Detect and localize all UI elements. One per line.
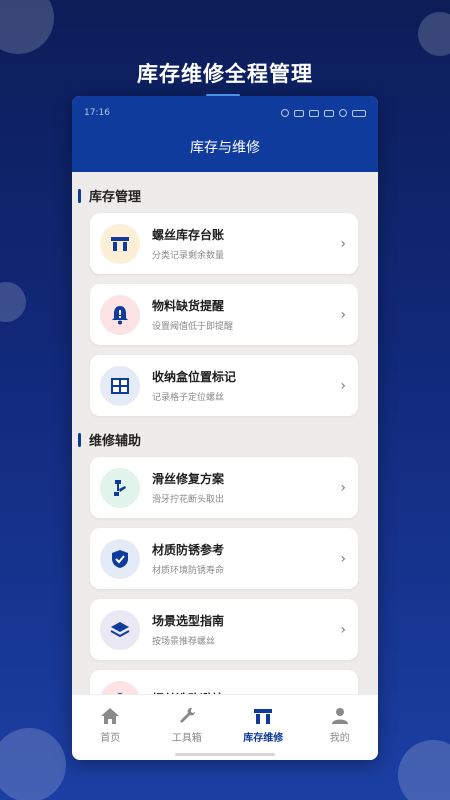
chevron-right-icon: › (340, 306, 346, 323)
wrench-icon (179, 708, 195, 723)
card-box-location[interactable]: 收纳盒位置标记 记录格子定位螺丝 › (90, 355, 358, 416)
promo-title: 库存维修全程管理 (137, 62, 313, 86)
card-subtitle: 设置阈值低于即提醒 (152, 322, 234, 332)
card-text: 场景选型指南 按场景推荐螺丝 (152, 612, 340, 647)
section-title-text: 维修辅助 (89, 434, 142, 449)
card-title: 螺丝库存台账 (152, 228, 225, 242)
person-icon (331, 708, 348, 724)
card-subtitle: 记录格子定位螺丝 (152, 393, 225, 403)
wifi-icon (339, 109, 347, 117)
battery-icon (352, 109, 366, 117)
layers-icon (100, 609, 140, 650)
card-subtitle: 分类记录剩余数量 (152, 251, 225, 261)
card-title: 滑丝修复方案 (152, 472, 225, 486)
card-text: 收纳盒位置标记 记录格子定位螺丝 (152, 368, 340, 403)
chevron-right-icon: › (340, 235, 346, 252)
shield-check-icon (100, 538, 140, 579)
section-marker (78, 432, 81, 447)
card-text: 滑丝修复方案 滑牙拧花断头取出 (152, 470, 340, 505)
vibrate-icon (309, 109, 319, 117)
card-text: 物料缺货提醒 设置阈值低于即提醒 (152, 297, 340, 332)
app-header: 17:16 库存与维修 (72, 96, 378, 172)
chevron-right-icon: › (340, 479, 346, 496)
tab-profile[interactable]: 我的 (310, 707, 370, 744)
section-marker (78, 188, 81, 203)
tab-inventory-repair[interactable]: 库存维修 (233, 707, 293, 744)
section-title-repair: 维修辅助 (78, 430, 378, 449)
card-title: 物料缺货提醒 (152, 299, 225, 313)
nfc-icon (294, 109, 304, 117)
grid-icon (100, 365, 140, 406)
decor-bubble (0, 282, 26, 322)
tab-label: 我的 (329, 733, 350, 744)
section-title-text: 库存管理 (89, 190, 142, 205)
status-bar: 17:16 (72, 96, 378, 124)
card-text: 材质防锈参考 材质环境防锈寿命 (152, 541, 340, 576)
phone-frame: 17:16 库存与维修 库存管理 螺丝库存台账 分类记录剩余数量 › 物料缺货提… (72, 96, 378, 760)
repair-icon (100, 467, 140, 508)
alarm-icon (281, 109, 289, 117)
tab-home[interactable]: 首页 (80, 707, 140, 744)
bell-icon (100, 294, 140, 335)
home-icon (101, 708, 120, 724)
tab-label: 首页 (100, 733, 121, 744)
card-subtitle: 按场景推荐螺丝 (152, 637, 216, 647)
section-title-inventory: 库存管理 (78, 186, 378, 205)
status-time: 17:16 (84, 108, 110, 118)
decor-bubble (0, 728, 66, 800)
decor-bubble (418, 12, 450, 56)
card-title: 材质防锈参考 (152, 543, 225, 557)
card-subtitle: 滑牙拧花断头取出 (152, 495, 225, 505)
card-rust-reference[interactable]: 材质防锈参考 材质环境防锈寿命 › (90, 528, 358, 589)
status-icons (281, 109, 366, 117)
decor-bubble (398, 740, 450, 800)
card-shortage-alert[interactable]: 物料缺货提醒 设置阈值低于即提醒 › (90, 284, 358, 345)
card-inventory-ledger[interactable]: 螺丝库存台账 分类记录剩余数量 › (90, 213, 358, 274)
tab-label: 工具箱 (171, 733, 202, 744)
bracket-icon (254, 709, 273, 724)
bottom-tab-bar: 首页 工具箱 库存维修 我的 (72, 694, 378, 760)
tab-toolbox[interactable]: 工具箱 (157, 707, 217, 744)
card-subtitle: 材质环境防锈寿命 (152, 566, 225, 576)
card-title: 收纳盒位置标记 (152, 370, 237, 384)
decor-bubble (0, 0, 54, 54)
chevron-right-icon: › (340, 550, 346, 567)
home-indicator (175, 753, 275, 756)
card-scenario-guide[interactable]: 场景选型指南 按场景推荐螺丝 › (90, 599, 358, 660)
signal-icon (324, 109, 334, 117)
chevron-right-icon: › (340, 377, 346, 394)
chevron-right-icon: › (340, 621, 346, 638)
tab-label: 库存维修 (243, 733, 284, 744)
page-title: 库存与维修 (190, 140, 260, 156)
bracket-icon (100, 223, 140, 264)
card-title: 场景选型指南 (152, 614, 225, 628)
card-stripped-repair[interactable]: 滑丝修复方案 滑牙拧花断头取出 › (90, 457, 358, 518)
card-text: 螺丝库存台账 分类记录剩余数量 (152, 226, 340, 261)
